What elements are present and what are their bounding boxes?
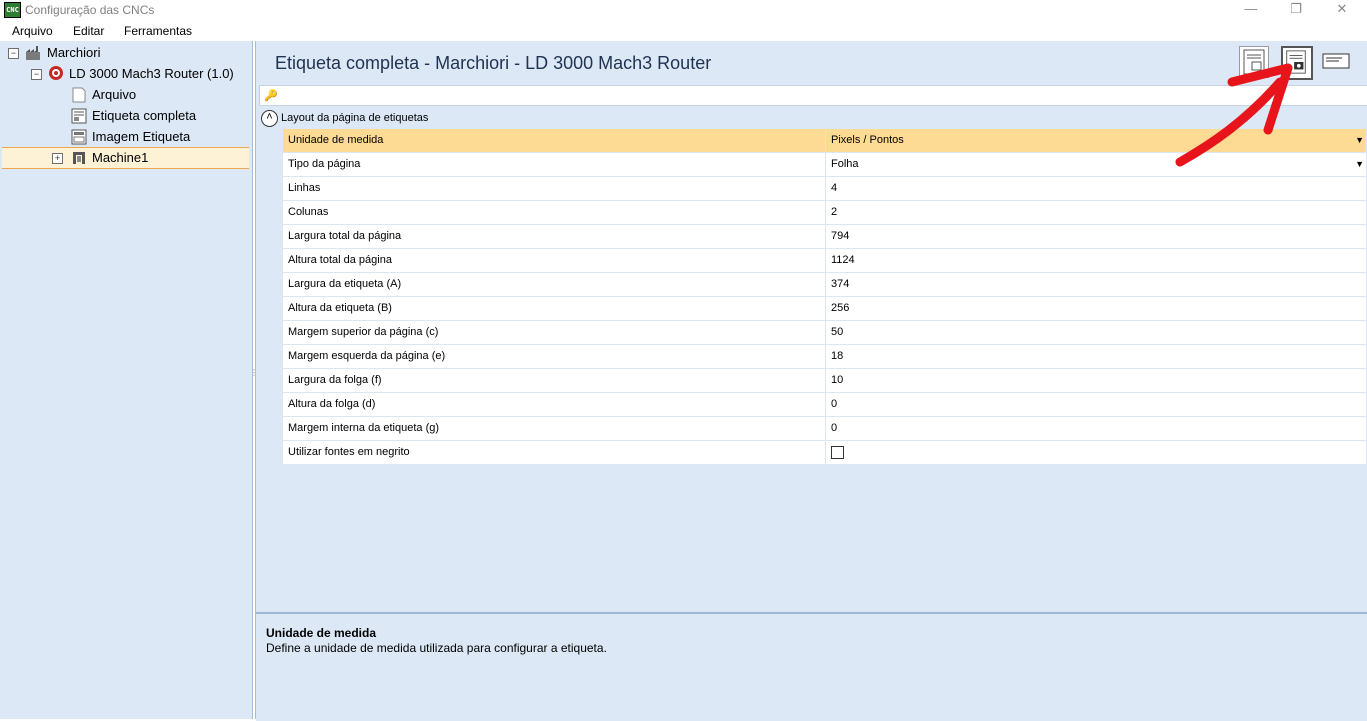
property-value (825, 441, 1367, 464)
search-key-icon: 🔑 (264, 90, 278, 102)
expand-toggle-icon[interactable]: + (52, 153, 63, 164)
label-text-icon (1322, 53, 1350, 69)
property-value[interactable]: 0 (825, 417, 1367, 440)
property-name: Tipo da página (288, 158, 361, 170)
tree-item-marchiori[interactable]: Marchiori (47, 43, 100, 63)
property-value[interactable]: 18 (825, 345, 1367, 368)
menu-arquivo[interactable]: Arquivo (12, 24, 53, 38)
property-value[interactable]: 374 (825, 273, 1367, 296)
property-row[interactable]: Margem superior da página (c) 50 (283, 321, 1366, 345)
app-icon: CNC (4, 2, 21, 18)
page-title: Etiqueta completa - Marchiori - LD 3000 … (275, 53, 712, 73)
collapse-toggle-icon[interactable]: − (31, 69, 42, 80)
property-name: Margem esquerda da página (e) (288, 350, 446, 362)
menu-ferramentas[interactable]: Ferramentas (124, 24, 192, 38)
factory-icon (26, 46, 40, 60)
property-value[interactable]: 2 (825, 201, 1367, 224)
tree-sidebar: − Marchiori − LD 3000 Mach3 Router (1.0)… (0, 41, 253, 719)
router-machine-icon (49, 66, 63, 80)
tree-item-etiqueta-completa[interactable]: Etiqueta completa (92, 106, 196, 126)
label-image-icon (71, 129, 87, 145)
grid-gutter (259, 129, 283, 459)
machine-icon (73, 152, 85, 164)
property-value[interactable]: 256 (825, 297, 1367, 320)
property-name: Altura da etiqueta (B) (288, 302, 392, 314)
property-row[interactable]: Altura total da página 1124 (283, 249, 1366, 273)
property-name: Colunas (288, 206, 329, 218)
property-name: Margem interna da etiqueta (g) (288, 422, 440, 434)
description-panel: Unidade de medida Define a unidade de me… (256, 612, 1367, 721)
collapse-chevron-icon[interactable]: ˄ (261, 110, 278, 127)
property-row[interactable]: Altura da folga (d) 0 (283, 393, 1366, 417)
restore-button[interactable]: ❐ (1273, 0, 1319, 20)
property-value[interactable]: 50 (825, 321, 1367, 344)
label-sheet-icon (71, 108, 87, 124)
property-row[interactable]: Margem interna da etiqueta (g) 0 (283, 417, 1366, 441)
property-name: Largura total da página (288, 230, 402, 242)
close-button[interactable]: ✕ (1319, 0, 1365, 20)
dropdown-arrow-icon[interactable]: ▼ (1355, 153, 1364, 176)
tree-item-machine1[interactable]: Machine1 (92, 148, 148, 168)
property-row[interactable]: Largura da folga (f) 10 (283, 369, 1366, 393)
property-value[interactable]: 4 (825, 177, 1367, 200)
property-value[interactable]: 0 (825, 393, 1367, 416)
property-row[interactable]: Colunas 2 (283, 201, 1366, 225)
description-title: Unidade de medida (266, 626, 377, 640)
window-title: Configuração das CNCs (25, 3, 155, 17)
property-name: Largura da folga (f) (288, 374, 382, 386)
property-row[interactable]: Largura da etiqueta (A) 374 (283, 273, 1366, 297)
tree-item-arquivo[interactable]: Arquivo (92, 85, 136, 105)
property-row[interactable]: Linhas 4 (283, 177, 1366, 201)
menu-editar[interactable]: Editar (73, 24, 104, 38)
annotation-arrow-icon (1175, 63, 1293, 167)
property-value: Pixels / Pontos (831, 134, 904, 146)
bold-fonts-checkbox[interactable] (831, 446, 844, 459)
property-name: Linhas (288, 182, 321, 194)
view-label-text-button[interactable] (1322, 46, 1350, 76)
document-icon (72, 87, 86, 103)
group-label: Layout da página de etiquetas (281, 112, 429, 124)
description-text: Define a unidade de medida utilizada par… (266, 641, 607, 655)
menu-bar: Arquivo Editar Ferramentas (0, 21, 1367, 41)
collapse-toggle-icon[interactable]: − (8, 48, 19, 59)
dropdown-arrow-icon[interactable]: ▼ (1355, 129, 1364, 152)
property-value[interactable]: 10 (825, 369, 1367, 392)
property-row[interactable]: Margem esquerda da página (e) 18 (283, 345, 1366, 369)
property-name: Utilizar fontes em negrito (288, 446, 410, 458)
property-row[interactable]: Largura total da página 794 (283, 225, 1366, 249)
property-row[interactable]: Altura da etiqueta (B) 256 (283, 297, 1366, 321)
splitter-handle[interactable]: ⋮ (250, 368, 258, 380)
property-value: Folha (831, 158, 859, 170)
property-name: Altura da folga (d) (288, 398, 376, 410)
property-name: Largura da etiqueta (A) (288, 278, 402, 290)
property-name: Margem superior da página (c) (288, 326, 439, 338)
property-name: Unidade de medida (288, 134, 384, 146)
title-bar: CNC Configuração das CNCs — ❐ ✕ (0, 0, 1367, 20)
property-name: Altura total da página (288, 254, 392, 266)
property-row[interactable]: Utilizar fontes em negrito (283, 441, 1366, 465)
tree-item-machine[interactable]: LD 3000 Mach3 Router (1.0) (69, 64, 234, 84)
property-value[interactable]: 1124 (825, 249, 1367, 272)
property-value[interactable]: 794 (825, 225, 1367, 248)
minimize-button[interactable]: — (1228, 0, 1274, 20)
tree-item-imagem-etiqueta[interactable]: Imagem Etiqueta (92, 127, 190, 147)
